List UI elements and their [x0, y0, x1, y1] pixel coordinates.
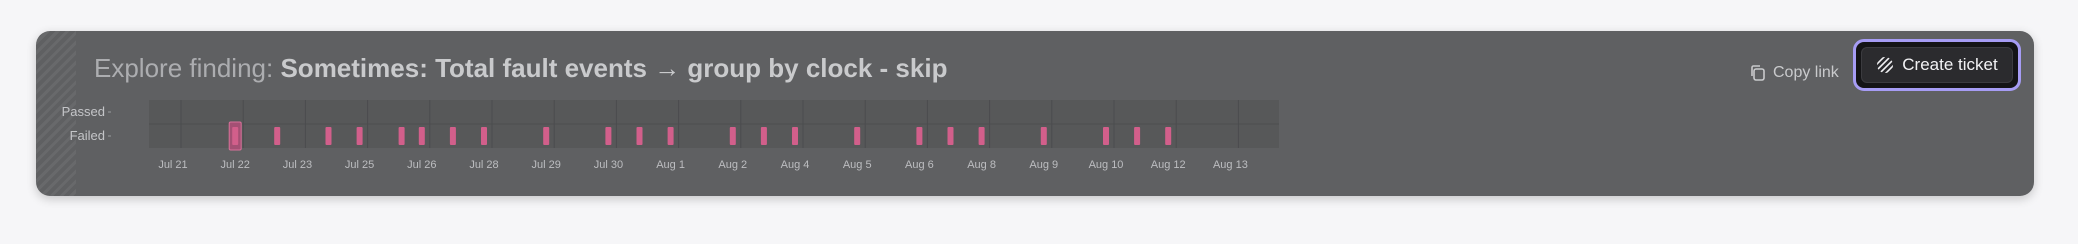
failed-mark[interactable] [947, 127, 954, 145]
failed-mark[interactable] [916, 127, 923, 145]
x-tick-label: Jul 23 [283, 159, 312, 171]
failed-mark[interactable] [232, 127, 239, 145]
x-tick-label: Jul 26 [407, 159, 436, 171]
timeline-chart: Jul 21 Jul 22 Jul 23 Jul 25 Jul 26 Jul 28 Jul … [62, 100, 1279, 171]
failed-mark[interactable] [481, 127, 487, 145]
failed-mark[interactable] [667, 127, 674, 145]
x-tick-label: Aug 6 [905, 159, 934, 171]
x-tick-label: Aug 5 [843, 159, 872, 171]
failed-mark[interactable] [1165, 127, 1172, 145]
x-tick-label: Jul 25 [345, 159, 374, 171]
x-tick-label: Aug 13 [1213, 159, 1248, 171]
x-tick-label: Aug 12 [1151, 159, 1186, 171]
failed-mark[interactable] [398, 127, 405, 145]
failed-mark[interactable] [418, 127, 425, 145]
failed-mark[interactable] [1103, 127, 1109, 145]
x-tick-label: Aug 10 [1089, 159, 1124, 171]
row-label-passed: Passed [62, 104, 105, 119]
failed-mark[interactable] [325, 127, 332, 145]
x-tick-label: Aug 9 [1029, 159, 1058, 171]
failed-mark[interactable] [356, 127, 363, 145]
failed-mark[interactable] [1040, 127, 1047, 145]
failed-mark[interactable] [760, 127, 767, 145]
finding-card: Explore finding: Sometimes: Total fault … [36, 31, 2034, 196]
x-tick-label: Jul 30 [594, 159, 623, 171]
failed-mark[interactable] [978, 127, 985, 145]
x-tick-label: Aug 8 [967, 159, 996, 171]
x-tick-label: Jul 28 [469, 159, 498, 171]
failed-mark[interactable] [854, 127, 861, 145]
failed-mark[interactable] [636, 127, 643, 145]
x-tick-label: Jul 22 [221, 159, 250, 171]
failed-mark[interactable] [729, 127, 736, 145]
x-axis-ticks: Jul 21 Jul 22 Jul 23 Jul 25 Jul 26 Jul 28 Jul … [158, 159, 1248, 171]
failed-mark[interactable] [605, 127, 612, 145]
x-tick-label: Jul 29 [532, 159, 561, 171]
failed-mark[interactable] [449, 127, 456, 145]
failed-mark[interactable] [792, 127, 798, 145]
x-tick-label: Aug 4 [781, 159, 810, 171]
failed-mark[interactable] [274, 127, 281, 145]
x-tick-label: Jul 21 [158, 159, 187, 171]
row-label-failed: Failed [70, 128, 105, 143]
failed-mark[interactable] [1134, 127, 1141, 145]
x-tick-label: Aug 1 [656, 159, 685, 171]
failed-mark[interactable] [543, 127, 550, 145]
row-labels: Passed Failed [62, 104, 111, 143]
x-tick-label: Aug 2 [718, 159, 747, 171]
